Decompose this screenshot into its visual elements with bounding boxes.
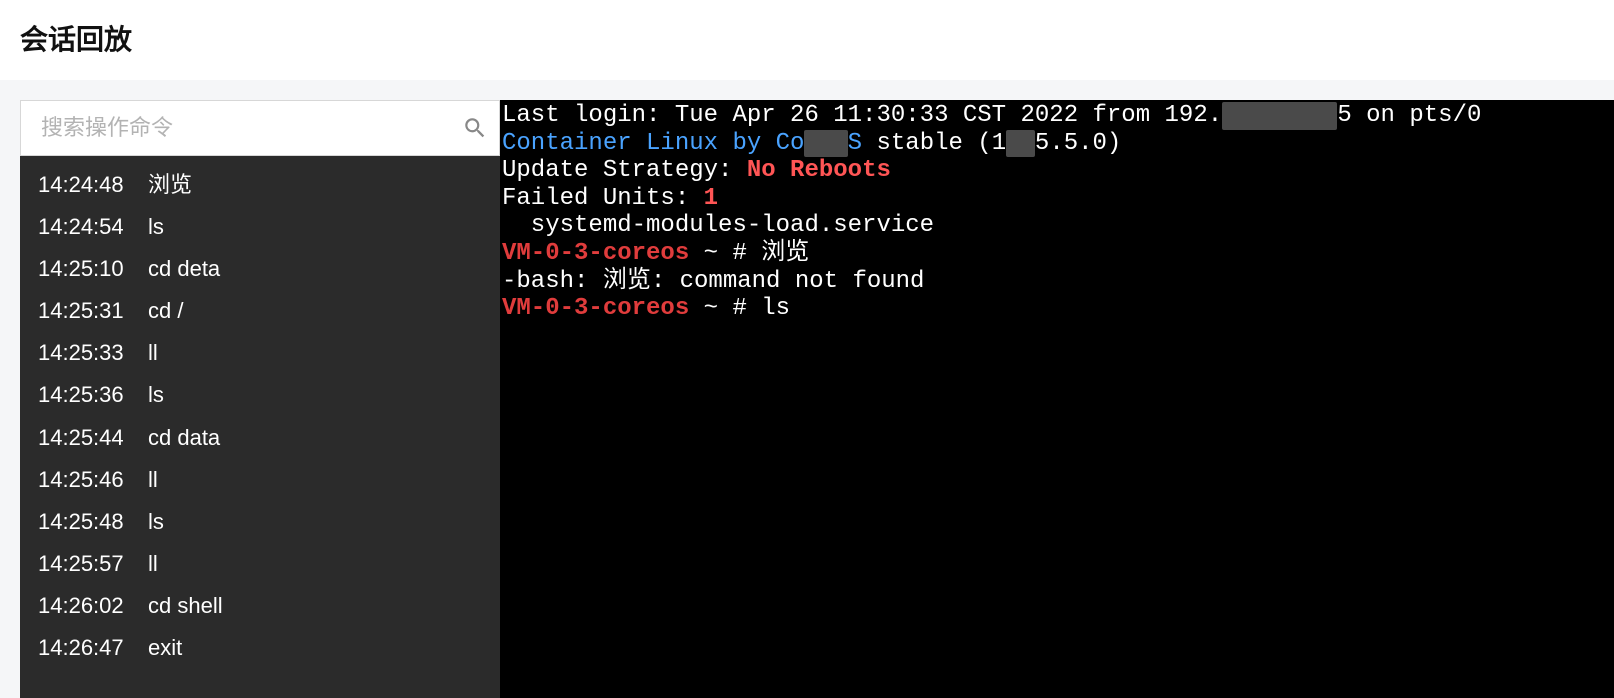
terminal-cmd: 浏览 [747,240,809,267]
command-list-item[interactable]: 14:25:48ls [20,501,500,543]
terminal-line: 1 [704,185,718,212]
terminal-line: systemd-modules-load.service [502,212,934,239]
terminal-line: Update Strategy: [502,157,747,184]
terminal-line: stable (1 [862,130,1006,157]
command-list-item[interactable]: 14:26:47exit [20,627,500,669]
command-text: ll [148,463,158,497]
command-time: 14:25:36 [38,378,148,412]
command-time: 14:24:54 [38,210,148,244]
command-list-item[interactable]: 14:25:36ls [20,374,500,416]
command-text: cd / [148,294,183,328]
prompt-host: VM-0-3-coreos [502,240,689,267]
command-time: 14:24:48 [38,168,148,202]
command-text: ll [148,547,158,581]
command-text: ls [148,505,164,539]
command-text: cd data [148,421,220,455]
command-time: 14:26:02 [38,589,148,623]
command-text: ls [148,210,164,244]
command-text: 浏览 [148,168,192,202]
terminal-line: Container Linux by Co [502,130,804,157]
terminal-output: Last login: Tue Apr 26 11:30:33 CST 2022… [500,100,1614,698]
search-box [20,100,500,156]
terminal-line: No Reboots [747,157,891,184]
command-time: 14:25:10 [38,252,148,286]
command-list-item[interactable]: 14:25:44cd data [20,417,500,459]
command-time: 14:26:47 [38,631,148,665]
prompt-sep: ~ # [689,240,747,267]
terminal-line: -bash: 浏览: command not found [502,268,924,295]
prompt-host: VM-0-3-coreos [502,295,689,322]
terminal-line: 5.5.0) [1035,130,1121,157]
command-text: cd shell [148,589,223,623]
command-text: ll [148,336,158,370]
command-time: 14:25:44 [38,421,148,455]
command-list-item[interactable]: 14:24:54ls [20,206,500,248]
command-time: 14:25:31 [38,294,148,328]
command-time: 14:25:46 [38,463,148,497]
command-text: exit [148,631,182,665]
page-title: 会话回放 [20,18,1594,58]
command-time: 14:25:33 [38,336,148,370]
terminal-cmd: ls [747,295,790,322]
prompt-sep: ~ # [689,295,747,322]
page-header: 会话回放 [0,0,1614,80]
redacted-text: XX [1006,130,1035,158]
command-list-item[interactable]: 14:25:33ll [20,332,500,374]
command-list: 14:24:48浏览14:24:54ls14:25:10cd deta14:25… [20,156,500,698]
command-list-item[interactable]: 14:24:48浏览 [20,164,500,206]
command-time: 14:25:48 [38,505,148,539]
command-list-item[interactable]: 14:25:46ll [20,459,500,501]
command-list-item[interactable]: 14:25:57ll [20,543,500,585]
search-input[interactable] [21,115,451,141]
main-area: 14:24:48浏览14:24:54ls14:25:10cd deta14:25… [0,80,1614,698]
command-list-item[interactable]: 14:26:02cd shell [20,585,500,627]
sidebar: 14:24:48浏览14:24:54ls14:25:10cd deta14:25… [20,100,500,698]
terminal-line: Failed Units: [502,185,704,212]
command-list-item[interactable]: 14:25:31cd / [20,290,500,332]
search-icon[interactable] [451,115,499,141]
terminal-line: S [848,130,862,157]
terminal-line: Last login: Tue Apr 26 11:30:33 CST 2022… [502,102,1222,129]
command-list-item[interactable]: 14:25:10cd deta [20,248,500,290]
command-text: cd deta [148,252,220,286]
redacted-text: XXX [804,130,847,158]
command-time: 14:25:57 [38,547,148,581]
terminal-line: 5 on pts/0 [1337,102,1481,129]
command-text: ls [148,378,164,412]
redacted-ip: XXXXXXXX [1222,102,1337,130]
